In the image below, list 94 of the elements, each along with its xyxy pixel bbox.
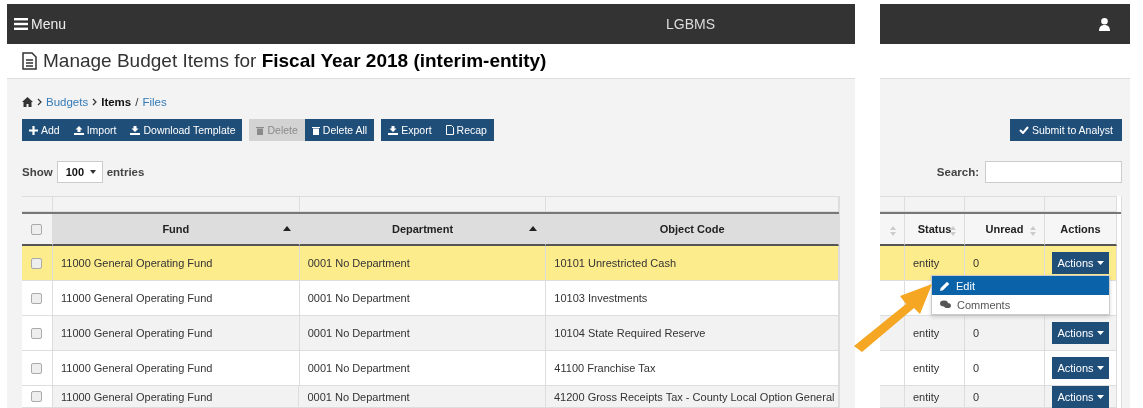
caret-icon bbox=[89, 170, 96, 174]
table-cell: 0 bbox=[973, 327, 980, 339]
column-header[interactable]: Status bbox=[905, 214, 965, 246]
chevron-icon bbox=[37, 98, 42, 106]
toolbar-button[interactable]: Delete All bbox=[304, 119, 375, 141]
row-checkbox[interactable] bbox=[31, 292, 43, 304]
table-row[interactable]: 11000 General Operating Fund 0001 No Department 10101 Unrestricted Cash bbox=[22, 246, 839, 281]
plus-icon bbox=[29, 125, 38, 135]
select-all-checkbox[interactable] bbox=[31, 223, 43, 235]
table-cell: 0001 No Department bbox=[307, 257, 410, 269]
table-cell: entity bbox=[913, 362, 940, 374]
row-checkbox[interactable] bbox=[31, 391, 43, 402]
table-row[interactable]: entity 0 Actions bbox=[880, 351, 1121, 386]
breadcrumb-link[interactable]: Budgets bbox=[46, 96, 89, 108]
table-cell: 10104 State Required Reserve bbox=[554, 327, 706, 339]
table-row[interactable]: entity 0 Actions bbox=[880, 386, 1121, 408]
document-icon bbox=[445, 125, 454, 135]
home-icon[interactable] bbox=[22, 97, 33, 107]
table-cell: 0 bbox=[973, 257, 980, 269]
caret-icon bbox=[1096, 394, 1104, 399]
table-cell: entity bbox=[913, 390, 940, 403]
table-cell: entity bbox=[913, 327, 940, 339]
column-header[interactable]: Department bbox=[299, 214, 547, 246]
table-row[interactable]: 11000 General Operating Fund 0001 No Department 10104 State Required Reserve bbox=[22, 316, 839, 351]
trash-icon bbox=[311, 125, 320, 135]
column-header[interactable]: Unread bbox=[965, 214, 1045, 246]
breadcrumb-current: Items bbox=[101, 96, 132, 108]
table-cell: 11000 General Operating Fund bbox=[60, 390, 213, 403]
table-cell: 11000 General Operating Fund bbox=[61, 257, 213, 269]
comments-icon bbox=[940, 300, 951, 309]
sort-ascending-icon bbox=[529, 226, 538, 231]
breadcrumb-separator: / bbox=[135, 96, 139, 108]
upload-icon bbox=[73, 125, 84, 135]
table-cell: 0001 No Department bbox=[307, 327, 410, 339]
submit-button[interactable]: Submit to Analyst bbox=[1009, 119, 1122, 141]
download-icon bbox=[388, 125, 399, 135]
column-header[interactable]: Actions bbox=[1045, 214, 1117, 246]
row-checkbox[interactable] bbox=[31, 327, 43, 339]
chevron-icon bbox=[92, 98, 98, 106]
caret-icon bbox=[1096, 366, 1104, 370]
table-row[interactable]: 11000 General Operating Fund 0001 No Department 41100 Franchise Tax bbox=[22, 351, 839, 386]
menu-button[interactable]: Menu bbox=[7, 16, 67, 32]
table-cell: 0 bbox=[973, 362, 980, 374]
column-header[interactable]: Fund bbox=[53, 214, 300, 246]
column-header[interactable]: Object Code bbox=[546, 214, 839, 246]
table-cell: 41100 Franchise Tax bbox=[554, 362, 656, 374]
menu-item[interactable]: Edit bbox=[932, 276, 1109, 295]
actions-button[interactable]: Actions bbox=[1052, 385, 1109, 408]
table-cell: entity bbox=[913, 257, 940, 269]
show-label: Show bbox=[22, 166, 53, 178]
table-row[interactable]: 11000 General Operating Fund 0001 No Department 10103 Investments bbox=[22, 281, 839, 316]
toolbar-button[interactable]: Add bbox=[22, 119, 67, 141]
pencil-icon bbox=[940, 280, 950, 291]
caret-icon bbox=[1096, 331, 1104, 335]
row-checkbox[interactable] bbox=[31, 362, 43, 374]
breadcrumb-link[interactable]: Files bbox=[142, 96, 167, 108]
actions-button[interactable]: Actions bbox=[1052, 322, 1109, 344]
toolbar-button[interactable]: Export bbox=[381, 119, 439, 141]
sort-icon bbox=[1030, 226, 1036, 236]
table-cell: 10103 Investments bbox=[554, 292, 648, 304]
table-cell: 10101 Unrestricted Cash bbox=[554, 257, 677, 269]
checkmark-icon bbox=[1018, 126, 1029, 134]
trash-icon bbox=[256, 125, 265, 135]
sort-icon[interactable] bbox=[880, 214, 905, 246]
search-label: Search: bbox=[936, 166, 979, 178]
toolbar-button[interactable]: Import bbox=[66, 119, 124, 141]
toolbar-button[interactable]: Recap bbox=[438, 119, 494, 141]
user-icon[interactable] bbox=[1099, 17, 1110, 31]
sort-icon bbox=[950, 226, 956, 236]
entries-select[interactable]: 100 bbox=[56, 161, 103, 183]
row-checkbox[interactable] bbox=[31, 257, 43, 269]
download-icon bbox=[130, 125, 141, 135]
caret-icon bbox=[1096, 261, 1104, 265]
actions-button[interactable]: Actions bbox=[1052, 357, 1109, 379]
page-title: Manage Budget Items for Fiscal Year 2018 (interim-entity) bbox=[43, 50, 547, 72]
table-cell: 11000 General Operating Fund bbox=[61, 362, 213, 374]
table-cell: 0001 No Department bbox=[307, 292, 410, 304]
table-cell: 11000 General Operating Fund bbox=[61, 327, 213, 339]
table-row[interactable]: 11000 General Operating Fund 0001 No Department 41200 Gross Receipts Tax - County Local Option General bbox=[22, 386, 839, 408]
table-cell: 0001 No Department bbox=[307, 362, 410, 374]
actions-button[interactable]: Actions bbox=[1052, 252, 1109, 274]
toolbar-button[interactable]: Download Template bbox=[123, 119, 243, 141]
search-field[interactable] bbox=[985, 161, 1122, 183]
menu-item[interactable]: Comments bbox=[932, 295, 1109, 314]
table-cell: 41200 Gross Receipts Tax - County Local Option General bbox=[554, 390, 835, 403]
document-icon bbox=[22, 52, 37, 70]
menu-icon bbox=[14, 18, 28, 30]
sort-ascending-icon bbox=[282, 226, 291, 231]
table-cell: 0001 No Department bbox=[307, 390, 410, 403]
table-row[interactable]: entity 0 Actions bbox=[880, 316, 1121, 351]
app-brand: LGBMS bbox=[666, 16, 716, 32]
entries-label: entries bbox=[106, 166, 145, 178]
table-cell: 11000 General Operating Fund bbox=[61, 292, 213, 304]
table-cell: 0 bbox=[973, 390, 980, 403]
